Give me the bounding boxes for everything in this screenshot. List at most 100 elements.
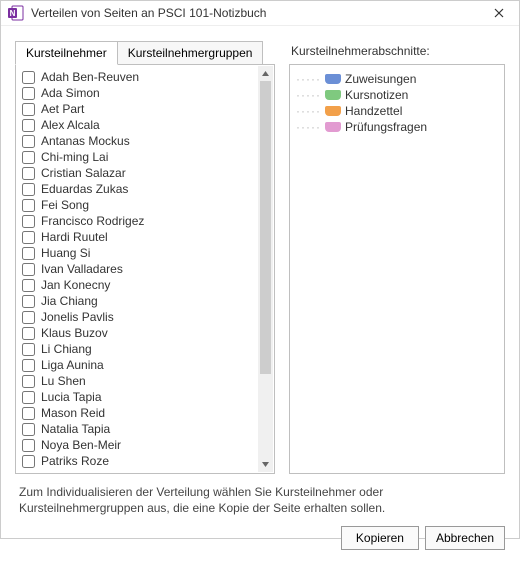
section-label: Zuweisungen [345,72,416,86]
student-name: Francisco Rodrigez [41,214,144,228]
student-checkbox[interactable] [22,231,35,244]
scroll-track[interactable] [258,81,273,457]
student-item[interactable]: Mason Reid [18,405,254,421]
student-checkbox[interactable] [22,439,35,452]
student-checkbox[interactable] [22,71,35,84]
student-name: Aet Part [41,102,84,116]
student-checkbox[interactable] [22,151,35,164]
student-name: Adah Ben-Reuven [41,70,139,84]
svg-text:N: N [10,9,16,18]
section-item[interactable]: ·····Prüfungsfragen [294,119,500,135]
student-checkbox[interactable] [22,295,35,308]
student-checkbox[interactable] [22,455,35,468]
student-item[interactable]: Francisco Rodrigez [18,213,254,229]
sections-tree: ····· Zuweisungen·····Kursnotizen····· Han… [289,64,505,474]
tab-participants[interactable]: Kursteilnehmer [15,41,118,65]
student-item[interactable]: Antanas Mockus [18,133,254,149]
student-item[interactable]: Chi-ming Lai [18,149,254,165]
tree-connector: ····· [296,104,321,118]
dialog-body: Kursteilnehmer Kursteilnehmergruppen Ada… [1,26,519,522]
onenote-icon: N [7,4,25,22]
student-checkbox[interactable] [22,263,35,276]
student-item[interactable]: Aet Part [18,101,254,117]
section-item[interactable]: ····· Handzettel [294,103,500,119]
scroll-thumb[interactable] [260,81,271,374]
student-item[interactable]: Noya Ben-Meir [18,437,254,453]
student-name: Jonelis Pavlis [41,310,114,324]
student-item[interactable]: Cristian Salazar [18,165,254,181]
student-checkbox[interactable] [22,423,35,436]
student-name: Jia Chiang [41,294,98,308]
sections-header: Kursteilnehmerabschnitte: [289,40,505,64]
tree-connector: ····· [296,72,321,86]
student-checkbox[interactable] [22,135,35,148]
student-checkbox[interactable] [22,87,35,100]
section-label: Kursnotizen [345,88,408,102]
panels: Kursteilnehmer Kursteilnehmergruppen Ada… [15,40,505,474]
section-tab-icon [325,74,341,84]
student-checkbox[interactable] [22,391,35,404]
scroll-down-button[interactable] [258,457,273,472]
window-title: Verteilen von Seiten an PSCI 101-Notizbu… [31,6,487,20]
section-tab-icon [325,90,341,100]
student-item[interactable]: Lucia Tapia [18,389,254,405]
titlebar: N Verteilen von Seiten an PSCI 101-Notiz… [1,1,519,26]
student-checkbox[interactable] [22,327,35,340]
section-label: Handzettel [345,104,402,118]
student-checkbox[interactable] [22,311,35,324]
student-name: Ivan Valladares [41,262,123,276]
student-item[interactable]: Jonelis Pavlis [18,309,254,325]
student-checkbox[interactable] [22,215,35,228]
student-item[interactable]: Ada Simon [18,85,254,101]
student-checkbox[interactable] [22,103,35,116]
student-name: Alex Alcala [41,118,100,132]
student-name: Klaus Buzov [41,326,108,340]
student-item[interactable]: Huang Si [18,245,254,261]
student-name: Patriks Roze [41,454,109,468]
student-checkbox[interactable] [22,359,35,372]
student-checkbox[interactable] [22,199,35,212]
student-checkbox[interactable] [22,167,35,180]
section-item[interactable]: ·····Kursnotizen [294,87,500,103]
section-item[interactable]: ····· Zuweisungen [294,71,500,87]
student-listbox: Adah Ben-ReuvenAda SimonAet Part Alex Alc… [15,64,275,474]
copy-button[interactable]: Kopieren [341,526,419,550]
student-checkbox[interactable] [22,343,35,356]
student-item[interactable]: Hardi Ruutel [18,229,254,245]
student-item[interactable]: Jan Konecny [18,277,254,293]
scrollbar[interactable] [258,66,273,472]
student-checkbox[interactable] [22,119,35,132]
student-item[interactable]: Li Chiang [18,341,254,357]
student-checkbox[interactable] [22,247,35,260]
scroll-up-button[interactable] [258,66,273,81]
student-item[interactable]: Alex Alcala [18,117,254,133]
close-button[interactable] [487,1,511,25]
student-item[interactable]: Ivan Valladares [18,261,254,277]
left-panel: Kursteilnehmer Kursteilnehmergruppen Ada… [15,40,275,474]
student-name: Lucia Tapia [41,390,102,404]
student-name: Fei Song [41,198,89,212]
student-checkbox[interactable] [22,183,35,196]
student-checkbox[interactable] [22,279,35,292]
student-item[interactable]: Klaus Buzov [18,325,254,341]
student-item[interactable]: Fei Song [18,197,254,213]
student-item[interactable]: Patriks Roze [18,453,254,469]
student-item[interactable]: Eduardas Zukas [18,181,254,197]
student-item[interactable]: Jia Chiang [18,293,254,309]
student-item[interactable]: Lu Shen [18,373,254,389]
student-name: Noya Ben-Meir [41,438,121,452]
student-item[interactable]: Liga Aunina [18,357,254,373]
section-tab-icon [325,122,341,132]
tabs: Kursteilnehmer Kursteilnehmergruppen [15,40,275,64]
student-name: Liga Aunina [41,358,104,372]
student-item[interactable]: Adah Ben-Reuven [18,69,254,85]
help-text: Zum Individualisieren der Verteilung wäh… [15,474,505,522]
student-checkbox[interactable] [22,375,35,388]
student-name: Hardi Ruutel [41,230,108,244]
student-name: Li Chiang [41,342,92,356]
cancel-button[interactable]: Abbrechen [425,526,505,550]
student-item[interactable]: Natalia Tapia [18,421,254,437]
tab-groups[interactable]: Kursteilnehmergruppen [118,41,264,65]
student-name: Lu Shen [41,374,86,388]
student-checkbox[interactable] [22,407,35,420]
